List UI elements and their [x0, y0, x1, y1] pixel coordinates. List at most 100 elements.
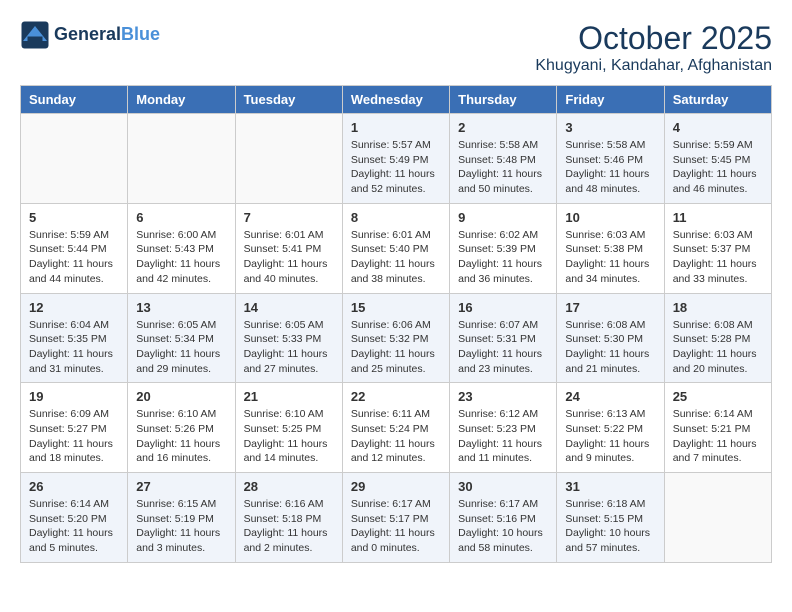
- col-header-thursday: Thursday: [450, 86, 557, 114]
- day-number: 24: [565, 389, 655, 404]
- day-number: 23: [458, 389, 548, 404]
- day-info: Sunrise: 5:57 AM Sunset: 5:49 PM Dayligh…: [351, 138, 441, 197]
- col-header-friday: Friday: [557, 86, 664, 114]
- day-number: 9: [458, 210, 548, 225]
- day-info: Sunrise: 5:58 AM Sunset: 5:46 PM Dayligh…: [565, 138, 655, 197]
- col-header-wednesday: Wednesday: [342, 86, 449, 114]
- col-header-sunday: Sunday: [21, 86, 128, 114]
- day-cell: 18 Sunrise: 6:08 AM Sunset: 5:28 PM Dayli…: [664, 293, 771, 383]
- day-cell: 19 Sunrise: 6:09 AM Sunset: 5:27 PM Dayli…: [21, 383, 128, 473]
- day-cell: 14 Sunrise: 6:05 AM Sunset: 5:33 PM Dayli…: [235, 293, 342, 383]
- day-cell: 12Sunrise: 6:04 AM Sunset: 5:35 PM Dayli…: [21, 293, 128, 383]
- day-cell: 22 Sunrise: 6:11 AM Sunset: 5:24 PM Dayli…: [342, 383, 449, 473]
- day-info: Sunrise: 6:05 AM Sunset: 5:33 PM Dayligh…: [244, 318, 334, 377]
- day-info: Sunrise: 6:17 AM Sunset: 5:16 PM Dayligh…: [458, 497, 548, 556]
- day-cell: 31Sunrise: 6:18 AM Sunset: 5:15 PM Dayli…: [557, 473, 664, 563]
- day-number: 25: [673, 389, 763, 404]
- day-number: 11: [673, 210, 763, 225]
- day-cell: 21Sunrise: 6:10 AM Sunset: 5:25 PM Dayli…: [235, 383, 342, 473]
- day-cell: 11 Sunrise: 6:03 AM Sunset: 5:37 PM Dayli…: [664, 203, 771, 293]
- day-cell: [235, 114, 342, 204]
- day-cell: [128, 114, 235, 204]
- day-cell: 3Sunrise: 5:58 AM Sunset: 5:46 PM Daylig…: [557, 114, 664, 204]
- col-header-tuesday: Tuesday: [235, 86, 342, 114]
- title-block: October 2025 Khugyani, Kandahar, Afghani…: [535, 20, 772, 75]
- day-info: Sunrise: 5:58 AM Sunset: 5:48 PM Dayligh…: [458, 138, 548, 197]
- day-number: 2: [458, 120, 548, 135]
- day-cell: 17 Sunrise: 6:08 AM Sunset: 5:30 PM Dayli…: [557, 293, 664, 383]
- page-header: GeneralBlue October 2025 Khugyani, Kanda…: [20, 20, 772, 75]
- day-number: 30: [458, 479, 548, 494]
- day-number: 15: [351, 300, 441, 315]
- day-cell: 8 Sunrise: 6:01 AM Sunset: 5:40 PM Daylig…: [342, 203, 449, 293]
- day-cell: 25 Sunrise: 6:14 AM Sunset: 5:21 PM Dayli…: [664, 383, 771, 473]
- day-cell: [664, 473, 771, 563]
- week-row-4: 19 Sunrise: 6:09 AM Sunset: 5:27 PM Dayli…: [21, 383, 772, 473]
- day-info: Sunrise: 6:05 AM Sunset: 5:34 PM Dayligh…: [136, 318, 226, 377]
- col-header-monday: Monday: [128, 86, 235, 114]
- day-number: 17: [565, 300, 655, 315]
- day-cell: 6 Sunrise: 6:00 AM Sunset: 5:43 PM Daylig…: [128, 203, 235, 293]
- day-number: 16: [458, 300, 548, 315]
- day-cell: 20 Sunrise: 6:10 AM Sunset: 5:26 PM Dayli…: [128, 383, 235, 473]
- day-number: 29: [351, 479, 441, 494]
- day-info: Sunrise: 6:06 AM Sunset: 5:32 PM Dayligh…: [351, 318, 441, 377]
- day-cell: 15 Sunrise: 6:06 AM Sunset: 5:32 PM Dayli…: [342, 293, 449, 383]
- day-info: Sunrise: 6:13 AM Sunset: 5:22 PM Dayligh…: [565, 407, 655, 466]
- day-cell: 27Sunrise: 6:15 AM Sunset: 5:19 PM Dayli…: [128, 473, 235, 563]
- day-info: Sunrise: 6:18 AM Sunset: 5:15 PM Dayligh…: [565, 497, 655, 556]
- day-number: 20: [136, 389, 226, 404]
- day-cell: 30 Sunrise: 6:17 AM Sunset: 5:16 PM Dayli…: [450, 473, 557, 563]
- day-info: Sunrise: 5:59 AM Sunset: 5:45 PM Dayligh…: [673, 138, 763, 197]
- day-info: Sunrise: 6:10 AM Sunset: 5:26 PM Dayligh…: [136, 407, 226, 466]
- day-number: 8: [351, 210, 441, 225]
- day-cell: 28 Sunrise: 6:16 AM Sunset: 5:18 PM Dayli…: [235, 473, 342, 563]
- day-cell: 9 Sunrise: 6:02 AM Sunset: 5:39 PM Daylig…: [450, 203, 557, 293]
- calendar-table: SundayMondayTuesdayWednesdayThursdayFrid…: [20, 85, 772, 563]
- location-title: Khugyani, Kandahar, Afghanistan: [535, 57, 772, 75]
- day-cell: 5 Sunrise: 5:59 AM Sunset: 5:44 PM Daylig…: [21, 203, 128, 293]
- month-title: October 2025: [535, 20, 772, 57]
- day-number: 13: [136, 300, 226, 315]
- day-number: 7: [244, 210, 334, 225]
- week-row-5: 26 Sunrise: 6:14 AM Sunset: 5:20 PM Dayli…: [21, 473, 772, 563]
- day-cell: [21, 114, 128, 204]
- day-number: 22: [351, 389, 441, 404]
- day-number: 18: [673, 300, 763, 315]
- day-info: Sunrise: 6:11 AM Sunset: 5:24 PM Dayligh…: [351, 407, 441, 466]
- day-info: Sunrise: 6:01 AM Sunset: 5:40 PM Dayligh…: [351, 228, 441, 287]
- day-info: Sunrise: 6:04 AM Sunset: 5:35 PM Dayligh…: [29, 318, 119, 377]
- day-cell: 7Sunrise: 6:01 AM Sunset: 5:41 PM Daylig…: [235, 203, 342, 293]
- day-info: Sunrise: 5:59 AM Sunset: 5:44 PM Dayligh…: [29, 228, 119, 287]
- day-info: Sunrise: 6:14 AM Sunset: 5:20 PM Dayligh…: [29, 497, 119, 556]
- day-info: Sunrise: 6:00 AM Sunset: 5:43 PM Dayligh…: [136, 228, 226, 287]
- day-cell: 13 Sunrise: 6:05 AM Sunset: 5:34 PM Dayli…: [128, 293, 235, 383]
- day-number: 6: [136, 210, 226, 225]
- day-info: Sunrise: 6:16 AM Sunset: 5:18 PM Dayligh…: [244, 497, 334, 556]
- day-number: 28: [244, 479, 334, 494]
- day-cell: 29 Sunrise: 6:17 AM Sunset: 5:17 PM Dayli…: [342, 473, 449, 563]
- week-row-3: 12Sunrise: 6:04 AM Sunset: 5:35 PM Dayli…: [21, 293, 772, 383]
- day-cell: 26 Sunrise: 6:14 AM Sunset: 5:20 PM Dayli…: [21, 473, 128, 563]
- day-number: 4: [673, 120, 763, 135]
- col-header-saturday: Saturday: [664, 86, 771, 114]
- day-cell: 1 Sunrise: 5:57 AM Sunset: 5:49 PM Daylig…: [342, 114, 449, 204]
- day-info: Sunrise: 6:14 AM Sunset: 5:21 PM Dayligh…: [673, 407, 763, 466]
- day-info: Sunrise: 6:02 AM Sunset: 5:39 PM Dayligh…: [458, 228, 548, 287]
- day-info: Sunrise: 6:08 AM Sunset: 5:28 PM Dayligh…: [673, 318, 763, 377]
- day-info: Sunrise: 6:03 AM Sunset: 5:37 PM Dayligh…: [673, 228, 763, 287]
- day-number: 27: [136, 479, 226, 494]
- day-cell: 4 Sunrise: 5:59 AM Sunset: 5:45 PM Daylig…: [664, 114, 771, 204]
- day-number: 5: [29, 210, 119, 225]
- week-row-2: 5 Sunrise: 5:59 AM Sunset: 5:44 PM Daylig…: [21, 203, 772, 293]
- day-info: Sunrise: 6:17 AM Sunset: 5:17 PM Dayligh…: [351, 497, 441, 556]
- day-number: 26: [29, 479, 119, 494]
- day-info: Sunrise: 6:08 AM Sunset: 5:30 PM Dayligh…: [565, 318, 655, 377]
- day-number: 1: [351, 120, 441, 135]
- day-info: Sunrise: 6:09 AM Sunset: 5:27 PM Dayligh…: [29, 407, 119, 466]
- day-number: 14: [244, 300, 334, 315]
- day-number: 19: [29, 389, 119, 404]
- logo-icon: [20, 20, 50, 50]
- header-row: SundayMondayTuesdayWednesdayThursdayFrid…: [21, 86, 772, 114]
- day-info: Sunrise: 6:10 AM Sunset: 5:25 PM Dayligh…: [244, 407, 334, 466]
